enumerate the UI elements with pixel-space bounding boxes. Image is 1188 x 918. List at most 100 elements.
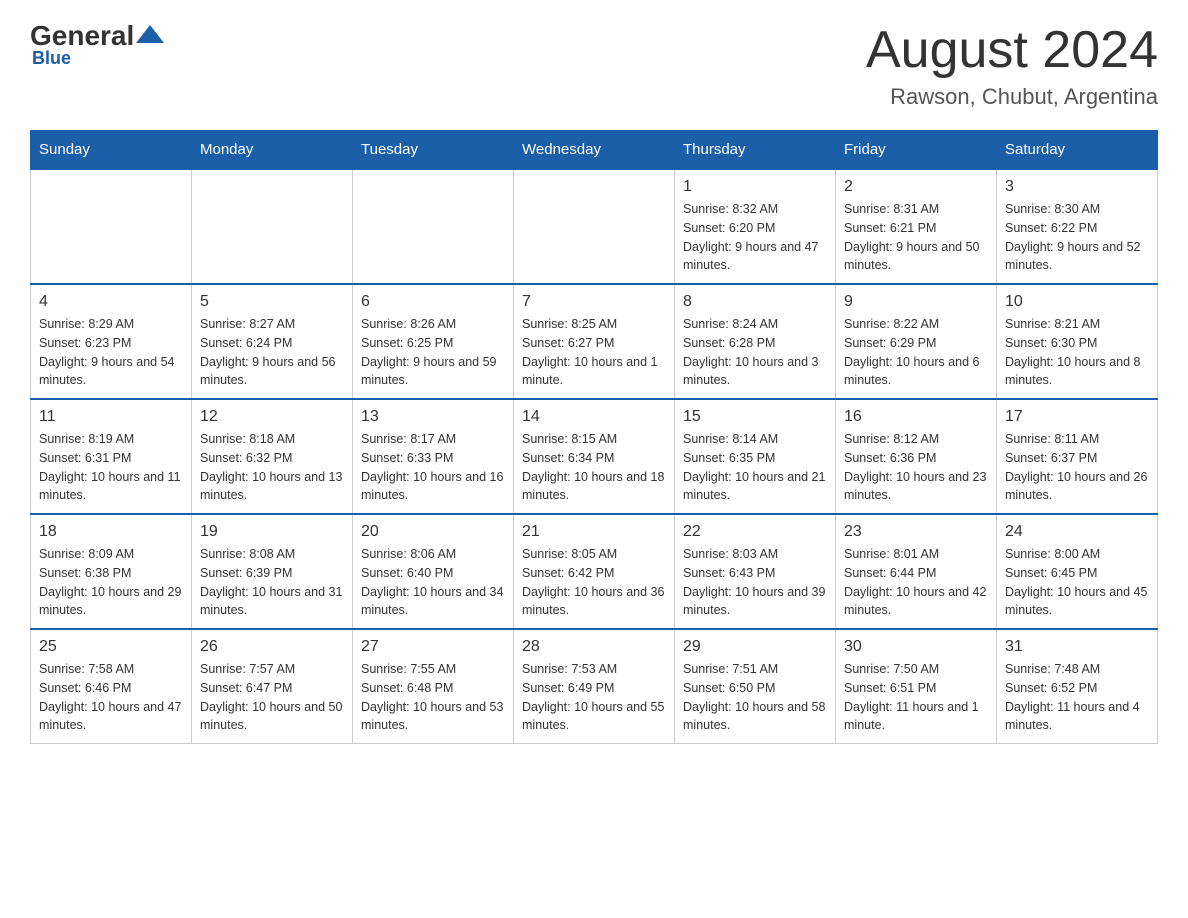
day-info: Sunrise: 8:18 AMSunset: 6:32 PMDaylight:… (200, 430, 344, 505)
calendar-cell: 29 Sunrise: 7:51 AMSunset: 6:50 PMDayligh… (675, 629, 836, 744)
calendar-cell: 12 Sunrise: 8:18 AMSunset: 6:32 PMDayligh… (192, 399, 353, 514)
calendar-header-thursday: Thursday (675, 131, 836, 170)
calendar-cell: 17 Sunrise: 8:11 AMSunset: 6:37 PMDayligh… (997, 399, 1158, 514)
calendar-cell: 19Sunrise: 8:08 AMSunset: 6:39 PMDayligh… (192, 514, 353, 629)
calendar-header-monday: Monday (192, 131, 353, 170)
day-number: 22 (683, 523, 827, 541)
calendar-header-wednesday: Wednesday (514, 131, 675, 170)
day-number: 26 (200, 638, 344, 656)
day-info: Sunrise: 8:22 AMSunset: 6:29 PMDaylight:… (844, 315, 988, 390)
week-row-1: 1 Sunrise: 8:32 AMSunset: 6:20 PMDaylight… (31, 169, 1158, 284)
day-number: 27 (361, 638, 505, 656)
day-info: Sunrise: 8:31 AMSunset: 6:21 PMDaylight:… (844, 200, 988, 275)
day-info: Sunrise: 7:48 AMSunset: 6:52 PMDaylight:… (1005, 660, 1149, 735)
calendar-cell: 26 Sunrise: 7:57 AMSunset: 6:47 PMDayligh… (192, 629, 353, 744)
calendar-header-friday: Friday (836, 131, 997, 170)
day-info: Sunrise: 8:30 AMSunset: 6:22 PMDaylight:… (1005, 200, 1149, 275)
day-number: 10 (1005, 293, 1149, 311)
month-title: August 2024 (866, 20, 1158, 80)
day-number: 7 (522, 293, 666, 311)
day-info: Sunrise: 7:55 AMSunset: 6:48 PMDaylight:… (361, 660, 505, 735)
day-info: Sunrise: 8:00 AMSunset: 6:45 PMDaylight:… (1005, 545, 1149, 620)
day-number: 8 (683, 293, 827, 311)
day-info: Sunrise: 8:05 AMSunset: 6:42 PMDaylight:… (522, 545, 666, 620)
day-number: 14 (522, 408, 666, 426)
day-number: 6 (361, 293, 505, 311)
logo: General Blue (30, 20, 164, 69)
day-number: 31 (1005, 638, 1149, 656)
day-info: Sunrise: 8:21 AMSunset: 6:30 PMDaylight:… (1005, 315, 1149, 390)
calendar-cell: 13 Sunrise: 8:17 AMSunset: 6:33 PMDayligh… (353, 399, 514, 514)
calendar-header-tuesday: Tuesday (353, 131, 514, 170)
day-number: 23 (844, 523, 988, 541)
day-info: Sunrise: 8:27 AMSunset: 6:24 PMDaylight:… (200, 315, 344, 390)
week-row-5: 25 Sunrise: 7:58 AMSunset: 6:46 PMDayligh… (31, 629, 1158, 744)
day-info: Sunrise: 8:32 AMSunset: 6:20 PMDaylight:… (683, 200, 827, 275)
calendar-cell: 28 Sunrise: 7:53 AMSunset: 6:49 PMDayligh… (514, 629, 675, 744)
calendar-header-row: SundayMondayTuesdayWednesdayThursdayFrid… (31, 131, 1158, 170)
day-number: 4 (39, 293, 183, 311)
day-number: 19 (200, 523, 344, 541)
calendar-header-saturday: Saturday (997, 131, 1158, 170)
calendar-cell: 3 Sunrise: 8:30 AMSunset: 6:22 PMDaylight… (997, 169, 1158, 284)
day-info: Sunrise: 8:03 AMSunset: 6:43 PMDaylight:… (683, 545, 827, 620)
day-number: 25 (39, 638, 183, 656)
day-number: 15 (683, 408, 827, 426)
calendar-cell: 21 Sunrise: 8:05 AMSunset: 6:42 PMDayligh… (514, 514, 675, 629)
calendar-cell (514, 169, 675, 284)
day-number: 28 (522, 638, 666, 656)
day-number: 24 (1005, 523, 1149, 541)
day-number: 17 (1005, 408, 1149, 426)
day-number: 30 (844, 638, 988, 656)
day-number: 11 (39, 408, 183, 426)
calendar-cell: 8Sunrise: 8:24 AMSunset: 6:28 PMDaylight… (675, 284, 836, 399)
day-number: 3 (1005, 178, 1149, 196)
day-info: Sunrise: 8:15 AMSunset: 6:34 PMDaylight:… (522, 430, 666, 505)
day-info: Sunrise: 7:58 AMSunset: 6:46 PMDaylight:… (39, 660, 183, 735)
calendar-table: SundayMondayTuesdayWednesdayThursdayFrid… (30, 130, 1158, 744)
day-number: 18 (39, 523, 183, 541)
day-info: Sunrise: 8:29 AMSunset: 6:23 PMDaylight:… (39, 315, 183, 390)
day-number: 21 (522, 523, 666, 541)
page-header: General Blue August 2024 Rawson, Chubut,… (30, 20, 1158, 110)
day-number: 1 (683, 178, 827, 196)
logo-blue-text: Blue (32, 48, 71, 69)
day-info: Sunrise: 8:17 AMSunset: 6:33 PMDaylight:… (361, 430, 505, 505)
day-info: Sunrise: 8:11 AMSunset: 6:37 PMDaylight:… (1005, 430, 1149, 505)
day-info: Sunrise: 7:53 AMSunset: 6:49 PMDaylight:… (522, 660, 666, 735)
day-info: Sunrise: 7:57 AMSunset: 6:47 PMDaylight:… (200, 660, 344, 735)
calendar-cell (31, 169, 192, 284)
day-number: 20 (361, 523, 505, 541)
day-number: 29 (683, 638, 827, 656)
day-number: 2 (844, 178, 988, 196)
day-info: Sunrise: 8:26 AMSunset: 6:25 PMDaylight:… (361, 315, 505, 390)
calendar-cell: 5Sunrise: 8:27 AMSunset: 6:24 PMDaylight… (192, 284, 353, 399)
calendar-cell (192, 169, 353, 284)
day-info: Sunrise: 8:19 AMSunset: 6:31 PMDaylight:… (39, 430, 183, 505)
day-info: Sunrise: 8:09 AMSunset: 6:38 PMDaylight:… (39, 545, 183, 620)
calendar-cell: 30 Sunrise: 7:50 AMSunset: 6:51 PMDayligh… (836, 629, 997, 744)
week-row-3: 11 Sunrise: 8:19 AMSunset: 6:31 PMDayligh… (31, 399, 1158, 514)
day-number: 9 (844, 293, 988, 311)
calendar-cell: 6 Sunrise: 8:26 AMSunset: 6:25 PMDaylight… (353, 284, 514, 399)
location-title: Rawson, Chubut, Argentina (866, 84, 1158, 110)
calendar-cell: 16Sunrise: 8:12 AMSunset: 6:36 PMDayligh… (836, 399, 997, 514)
calendar-cell: 18 Sunrise: 8:09 AMSunset: 6:38 PMDayligh… (31, 514, 192, 629)
day-info: Sunrise: 7:50 AMSunset: 6:51 PMDaylight:… (844, 660, 988, 735)
calendar-cell: 10 Sunrise: 8:21 AMSunset: 6:30 PMDayligh… (997, 284, 1158, 399)
calendar-cell: 11 Sunrise: 8:19 AMSunset: 6:31 PMDayligh… (31, 399, 192, 514)
week-row-4: 18 Sunrise: 8:09 AMSunset: 6:38 PMDayligh… (31, 514, 1158, 629)
day-info: Sunrise: 8:14 AMSunset: 6:35 PMDaylight:… (683, 430, 827, 505)
day-info: Sunrise: 8:06 AMSunset: 6:40 PMDaylight:… (361, 545, 505, 620)
calendar-cell: 2 Sunrise: 8:31 AMSunset: 6:21 PMDaylight… (836, 169, 997, 284)
calendar-cell: 20 Sunrise: 8:06 AMSunset: 6:40 PMDayligh… (353, 514, 514, 629)
day-info: Sunrise: 8:01 AMSunset: 6:44 PMDaylight:… (844, 545, 988, 620)
day-number: 12 (200, 408, 344, 426)
day-info: Sunrise: 7:51 AMSunset: 6:50 PMDaylight:… (683, 660, 827, 735)
week-row-2: 4 Sunrise: 8:29 AMSunset: 6:23 PMDaylight… (31, 284, 1158, 399)
day-number: 16 (844, 408, 988, 426)
calendar-cell: 1 Sunrise: 8:32 AMSunset: 6:20 PMDaylight… (675, 169, 836, 284)
calendar-cell: 15 Sunrise: 8:14 AMSunset: 6:35 PMDayligh… (675, 399, 836, 514)
day-number: 13 (361, 408, 505, 426)
calendar-cell: 22 Sunrise: 8:03 AMSunset: 6:43 PMDayligh… (675, 514, 836, 629)
